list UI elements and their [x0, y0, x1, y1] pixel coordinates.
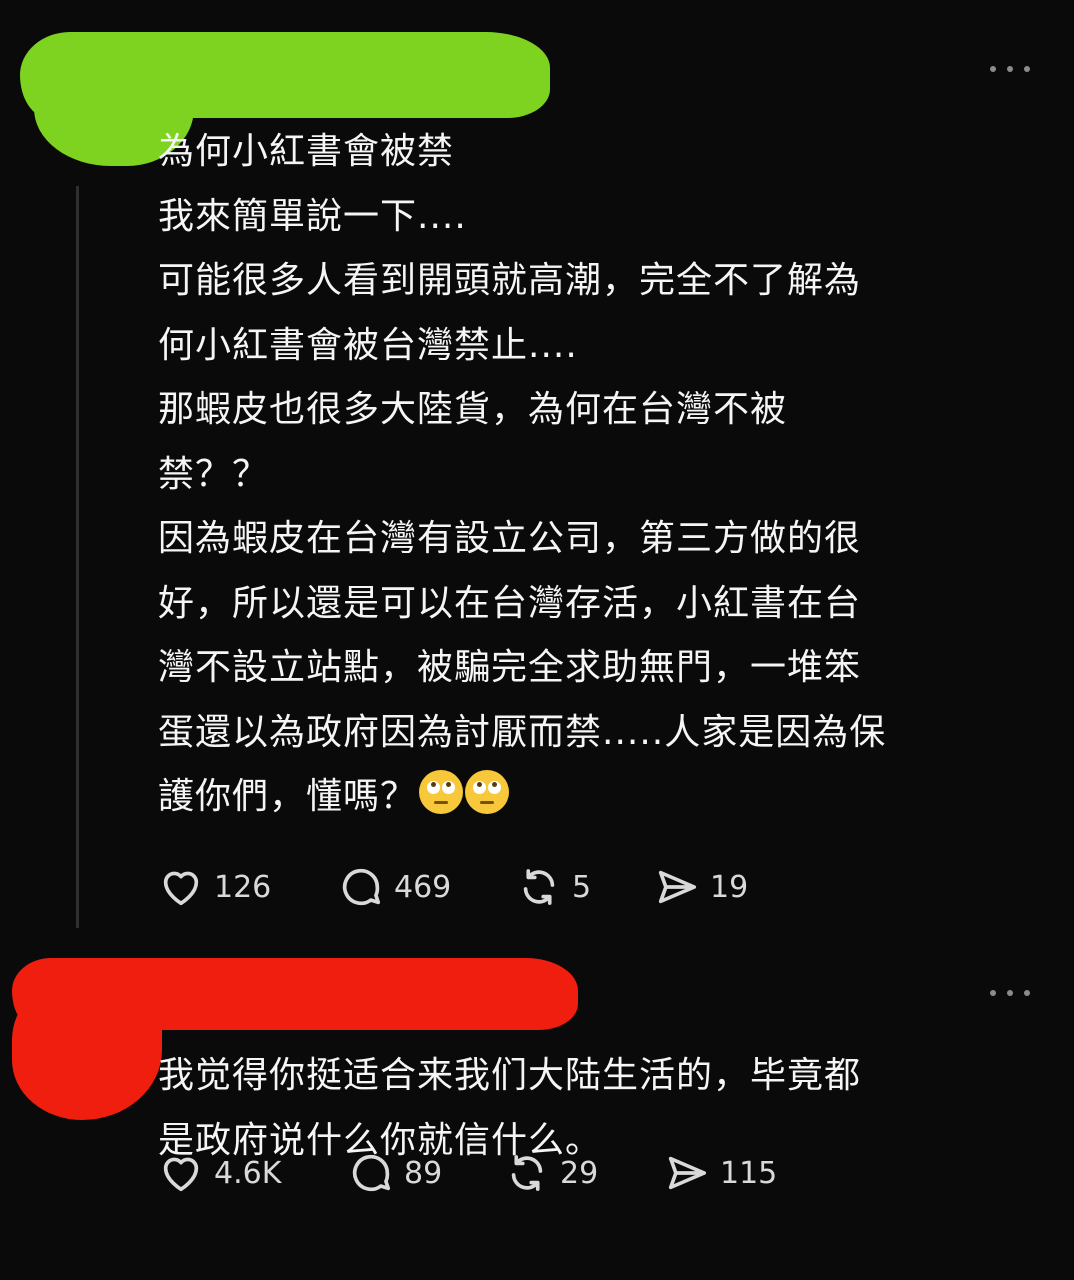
repost-button[interactable]: 29	[504, 1150, 664, 1196]
rolling-eyes-emoji-icon	[419, 770, 464, 814]
send-icon	[668, 1156, 707, 1190]
like-button[interactable]: 126	[158, 864, 338, 910]
repost-button[interactable]: 5	[516, 864, 654, 910]
post-text-content: 為何小紅書會被禁 我來簡單說一下.... 可能很多人看到開頭就高潮，完全不了解為…	[158, 131, 887, 817]
post-text: 為何小紅書會被禁 我來簡單說一下.... 可能很多人看到開頭就高潮，完全不了解為…	[158, 120, 1038, 830]
reply-button[interactable]: 89	[348, 1150, 504, 1196]
post: 為何小紅書會被禁 我來簡單說一下.... 可能很多人看到開頭就高潮，完全不了解為…	[0, 0, 1074, 940]
comment-icon	[342, 868, 381, 906]
avatar-redaction	[12, 980, 162, 1120]
thread-line	[76, 186, 79, 928]
share-count: 19	[710, 869, 749, 905]
repost-count: 5	[572, 869, 592, 905]
share-button[interactable]: 19	[654, 864, 748, 910]
reply-post: 我觉得你挺适合来我们大陆生活的，毕竟都 是政府说什么你就信什么。 4.6K 89…	[0, 940, 1074, 1280]
heart-icon	[163, 871, 199, 906]
rolling-eyes-emoji-icon	[465, 770, 510, 814]
post-text-content: 我觉得你挺适合来我们大陆生活的，毕竟都 是政府说什么你就信什么。	[158, 1055, 862, 1161]
repost-count: 29	[560, 1155, 599, 1191]
like-count: 4.6K	[214, 1155, 282, 1191]
reply-count: 89	[404, 1155, 443, 1191]
comment-icon	[352, 1154, 391, 1192]
reply-button[interactable]: 469	[338, 864, 516, 910]
share-button[interactable]: 115	[664, 1150, 777, 1196]
post-actions: 126 469 5 19	[158, 862, 748, 912]
like-count: 126	[214, 869, 272, 905]
post-actions: 4.6K 89 29 115	[158, 1148, 777, 1198]
reply-count: 469	[394, 869, 452, 905]
like-button[interactable]: 4.6K	[158, 1150, 348, 1196]
repost-icon	[523, 869, 555, 905]
heart-icon	[163, 1157, 199, 1192]
more-options-icon[interactable]	[990, 986, 1030, 1000]
share-count: 115	[720, 1155, 778, 1191]
more-options-icon[interactable]	[990, 62, 1030, 76]
send-icon	[658, 870, 697, 904]
repost-icon	[511, 1155, 543, 1191]
